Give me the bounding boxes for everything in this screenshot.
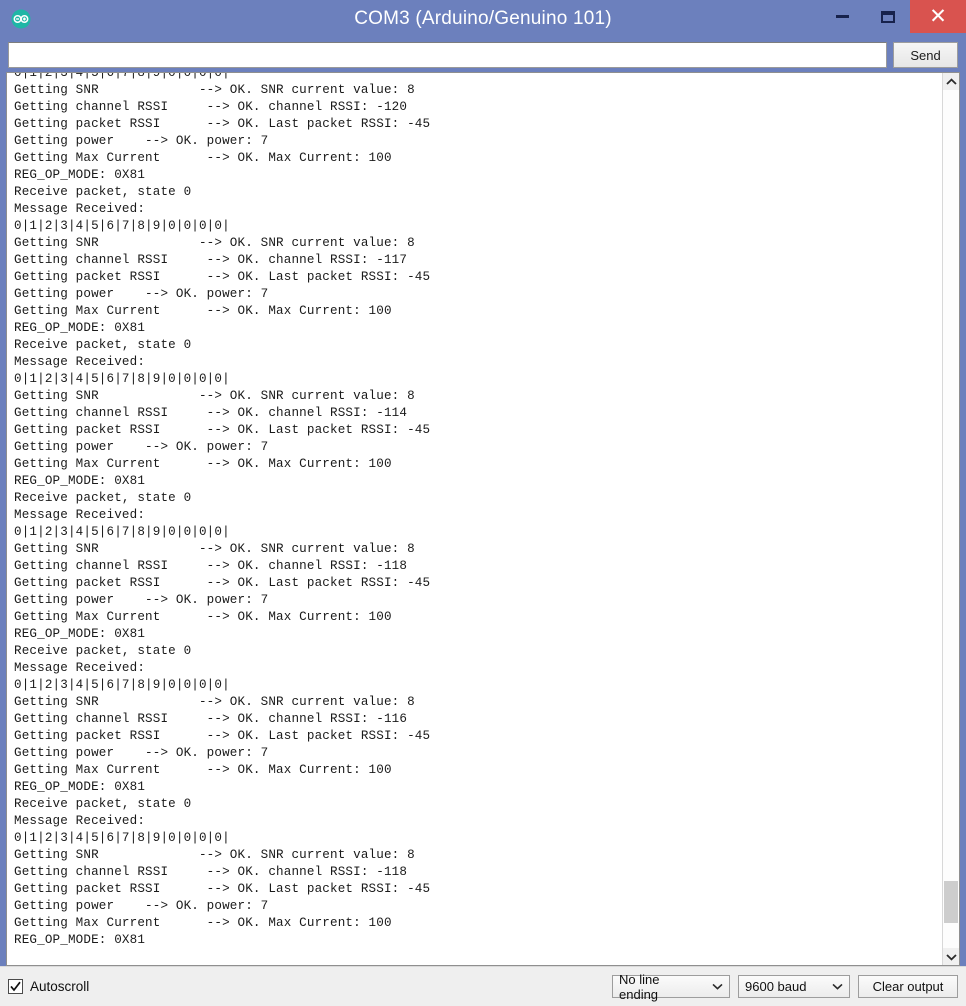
titlebar: COM3 (Arduino/Genuino 101) ✕ — [0, 0, 966, 38]
serial-monitor-window: COM3 (Arduino/Genuino 101) ✕ Send 0|1|2|… — [0, 0, 966, 1006]
baud-rate-dropdown[interactable]: 9600 baud — [738, 975, 850, 998]
arduino-infinity-icon — [10, 8, 32, 30]
bottom-toolbar: Autoscroll No line ending 9600 baud Clea… — [0, 966, 966, 1006]
window-controls: ✕ — [820, 0, 966, 33]
maximize-icon — [880, 10, 895, 23]
serial-output-text: 0|1|2|3|4|5|6|7|8|9|0|0|0|0| Getting SNR… — [14, 73, 431, 947]
scroll-down-button[interactable] — [943, 948, 959, 965]
scrollbar-thumb[interactable] — [944, 881, 958, 923]
clear-output-button[interactable]: Clear output — [858, 975, 958, 998]
close-button[interactable]: ✕ — [910, 0, 966, 33]
line-ending-dropdown[interactable]: No line ending — [612, 972, 730, 1002]
minimize-button[interactable] — [820, 0, 865, 33]
serial-output-panel: 0|1|2|3|4|5|6|7|8|9|0|0|0|0| Getting SNR… — [6, 72, 960, 966]
chevron-down-icon — [945, 953, 957, 961]
serial-send-input[interactable] — [8, 42, 887, 68]
close-icon: ✕ — [929, 5, 947, 28]
autoscroll-label: Autoscroll — [30, 979, 90, 994]
maximize-button[interactable] — [865, 0, 910, 33]
line-ending-value: No line ending — [619, 971, 660, 1002]
scroll-up-button[interactable] — [943, 73, 959, 90]
check-icon — [10, 981, 21, 992]
chevron-up-icon — [945, 77, 957, 85]
chevron-down-icon — [712, 983, 723, 990]
scrollbar-track[interactable] — [943, 90, 959, 948]
send-row: Send — [8, 38, 958, 72]
baud-rate-value: 9600 baud — [745, 979, 807, 994]
serial-output-console[interactable]: 0|1|2|3|4|5|6|7|8|9|0|0|0|0| Getting SNR… — [7, 73, 942, 965]
autoscroll-checkbox[interactable] — [8, 979, 23, 994]
minimize-icon — [836, 15, 849, 18]
send-button[interactable]: Send — [893, 42, 958, 68]
console-scrollbar[interactable] — [942, 73, 959, 965]
autoscroll-toggle[interactable]: Autoscroll — [8, 979, 89, 994]
chevron-down-icon — [832, 983, 843, 990]
bottom-toolbar-controls: No line ending 9600 baud Clear output — [612, 972, 958, 1002]
